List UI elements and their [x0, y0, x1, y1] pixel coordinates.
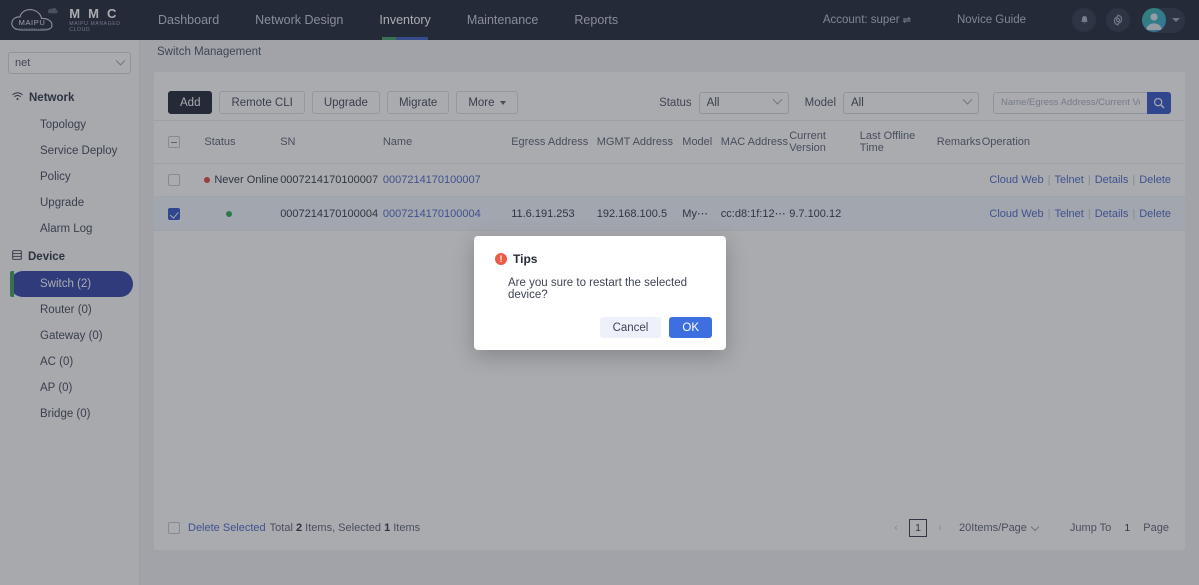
dialog-title: Tips	[513, 252, 538, 266]
dialog-actions: Cancel OK	[474, 301, 726, 338]
exclamation-icon: !	[495, 253, 507, 265]
cancel-button[interactable]: Cancel	[599, 317, 662, 338]
app-root: MAIPU MAKE IT INTELLIGENT M M C MAIPU MA…	[0, 0, 1199, 585]
tips-dialog: ! Tips Are you sure to restart the selec…	[474, 236, 726, 350]
ok-button[interactable]: OK	[669, 317, 712, 338]
dialog-message: Are you sure to restart the selected dev…	[508, 277, 687, 301]
dialog-header: ! Tips	[474, 236, 726, 266]
